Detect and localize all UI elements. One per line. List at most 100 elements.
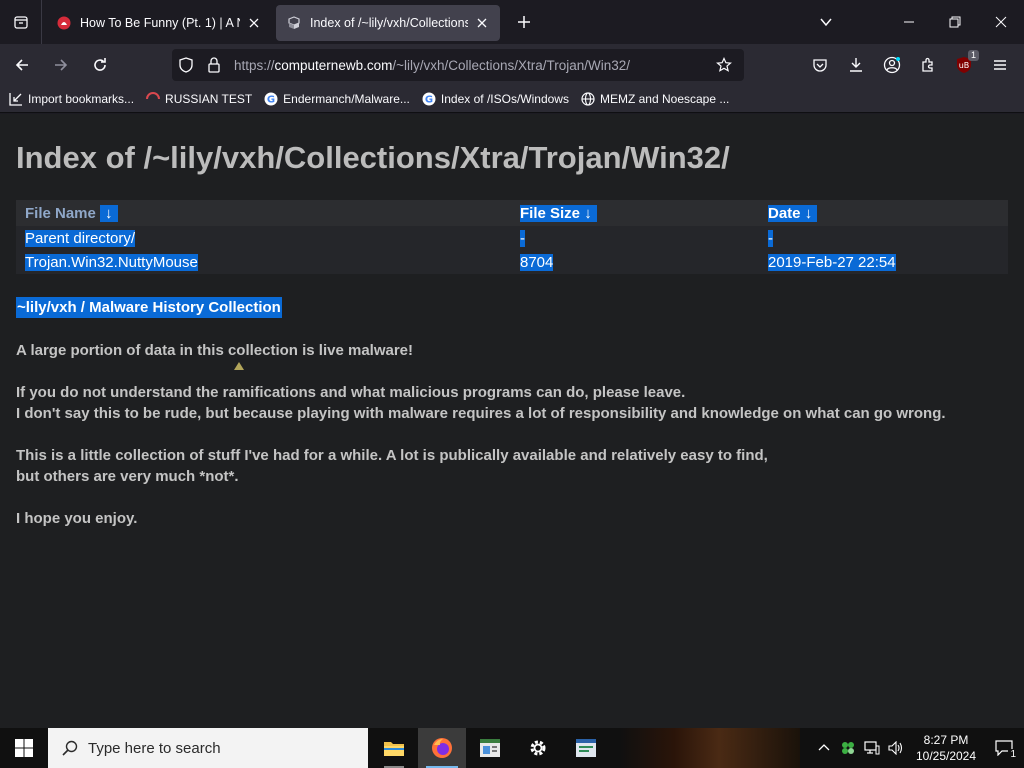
pocket-icon[interactable]: [802, 48, 838, 82]
column-label[interactable]: File Name: [25, 205, 96, 222]
tab-index-of[interactable]: Index of /~lily/vxh/Collections/: [276, 5, 500, 41]
bookmark-endermanch[interactable]: G Endermanch/Malware...: [263, 87, 410, 111]
column-label[interactable]: Date ↓: [768, 204, 818, 222]
column-label[interactable]: File Size ↓: [520, 204, 597, 222]
bookmark-russian-test[interactable]: RUSSIAN TEST: [145, 87, 252, 111]
app-window-icon[interactable]: [466, 728, 514, 768]
app-window-2-icon[interactable]: [562, 728, 610, 768]
window-controls: [886, 0, 1024, 44]
new-tab-plus-icon[interactable]: [506, 4, 542, 40]
chevron-up-icon[interactable]: [812, 728, 836, 768]
bookmark-label: RUSSIAN TEST: [165, 91, 253, 106]
close-tab-icon[interactable]: [474, 15, 490, 31]
table-header-row: File Name ↓ File Size ↓ Date ↓: [16, 200, 1008, 226]
disclaimer-line-2: I don't say this to be rude, but because…: [16, 405, 946, 422]
network-icon[interactable]: [860, 728, 884, 768]
search-icon: [60, 738, 80, 758]
date-cell: -: [759, 226, 1008, 250]
file-size-value: -: [520, 229, 525, 247]
extensions-puzzle-icon[interactable]: [910, 48, 946, 82]
forward-arrow-icon[interactable]: [44, 49, 78, 81]
column-file-size[interactable]: File Size ↓: [511, 200, 759, 226]
close-tab-icon[interactable]: [246, 15, 262, 31]
file-size-value: 8704: [520, 253, 554, 271]
file-link[interactable]: Trojan.Win32.NuttyMouse: [25, 253, 198, 271]
toolbar-right: uB 1: [802, 48, 1018, 82]
file-name-cell[interactable]: Trojan.Win32.NuttyMouse: [16, 250, 511, 274]
globe-icon: [580, 91, 596, 107]
system-tray: 8:27 PM 10/25/2024 1: [812, 728, 1024, 768]
column-date[interactable]: Date ↓: [759, 200, 1008, 226]
extension-badge: 1: [967, 50, 979, 61]
windows-start-icon[interactable]: [0, 728, 48, 768]
tab-title: How To Be Funny (Pt. 1) | A Nor: [80, 16, 240, 30]
bookmark-star-icon[interactable]: [708, 49, 740, 81]
restore-icon[interactable]: [932, 0, 978, 44]
settings-gear-icon[interactable]: [514, 728, 562, 768]
svg-text:G: G: [425, 94, 433, 105]
tab-strip: How To Be Funny (Pt. 1) | A Nor Index of…: [0, 0, 1024, 44]
file-name-cell[interactable]: Parent directory/: [16, 226, 511, 250]
tray-app-icon[interactable]: [836, 728, 860, 768]
hamburger-menu-icon[interactable]: [982, 48, 1018, 82]
mouse-cursor-icon: [234, 362, 244, 370]
firefox-icon[interactable]: [418, 728, 466, 768]
notification-count: 1: [1008, 749, 1018, 760]
windows-taskbar: Type here to search 8:27 PM 10/25/2024 1: [0, 728, 1024, 768]
table-row: Trojan.Win32.NuttyMouse 8704 2019-Feb-27…: [16, 250, 1008, 274]
intro-line-1: This is a little collection of stuff I'v…: [16, 447, 768, 464]
page-title: Index of /~lily/vxh/Collections/Xtra/Tro…: [16, 140, 730, 175]
minimize-icon[interactable]: [886, 0, 932, 44]
clock[interactable]: 8:27 PM 10/25/2024: [908, 732, 984, 764]
list-all-tabs-icon[interactable]: [0, 0, 42, 44]
bookmark-label: Import bookmarks...: [28, 91, 135, 106]
bookmark-label: Index of /ISOs/Windows: [440, 91, 569, 106]
taskbar-search-box[interactable]: Type here to search: [48, 728, 368, 768]
google-icon: G: [421, 91, 437, 107]
disclaimer-line-1: If you do not understand the ramificatio…: [16, 384, 686, 401]
russian-test-icon: [145, 91, 161, 107]
account-icon[interactable]: [874, 48, 910, 82]
taskbar-background-art: [620, 728, 800, 768]
bookmark-index-isos[interactable]: G Index of /ISOs/Windows: [421, 87, 569, 111]
volume-icon[interactable]: [884, 728, 908, 768]
file-link[interactable]: Parent directory/: [25, 229, 136, 247]
page-content: Index of /~lily/vxh/Collections/Xtra/Tro…: [0, 114, 1024, 728]
tab-how-to-be-funny[interactable]: How To Be Funny (Pt. 1) | A Nor: [46, 5, 272, 41]
sort-arrow-icon[interactable]: ↓: [100, 204, 118, 222]
file-explorer-icon[interactable]: [370, 728, 418, 768]
reload-icon[interactable]: [83, 49, 117, 81]
google-icon: G: [263, 91, 279, 107]
back-arrow-icon[interactable]: [5, 49, 39, 81]
bookmark-import[interactable]: Import bookmarks...: [8, 87, 134, 111]
sort-arrow-icon: ↓: [584, 204, 592, 222]
date-value: -: [768, 229, 773, 247]
collection-title: ~lily/vxh / Malware History Collection: [16, 297, 282, 318]
downloads-icon[interactable]: [838, 48, 874, 82]
address-bar[interactable]: https://computernewb.com/~lily/vxh/Colle…: [172, 49, 744, 81]
date-value: 2019-Feb-27 22:54: [768, 253, 896, 271]
site-favicon-icon: [286, 15, 302, 31]
file-listing-table: File Name ↓ File Size ↓ Date ↓ Parent di…: [16, 200, 1008, 274]
url-text: https://computernewb.com/~lily/vxh/Colle…: [234, 57, 631, 73]
lock-icon[interactable]: [200, 49, 228, 81]
clock-date: 10/25/2024: [915, 749, 977, 763]
tracking-protection-shield-icon[interactable]: [172, 49, 200, 81]
table-row: Parent directory/ - -: [16, 226, 1008, 250]
clock-time: 8:27 PM: [923, 733, 969, 747]
ublock-origin-icon[interactable]: uB 1: [946, 48, 982, 82]
file-size-cell: -: [511, 226, 759, 250]
sort-arrow-icon: ↓: [804, 204, 813, 222]
chevron-down-icon[interactable]: [810, 0, 842, 44]
close-window-icon[interactable]: [978, 0, 1024, 44]
column-file-name[interactable]: File Name ↓: [16, 200, 511, 226]
bookmark-memz[interactable]: MEMZ and Noescape ...: [580, 87, 729, 111]
date-cell: 2019-Feb-27 22:54: [759, 250, 1008, 274]
navigation-toolbar: https://computernewb.com/~lily/vxh/Colle…: [0, 44, 1024, 85]
import-icon: [8, 91, 24, 107]
file-size-cell: 8704: [511, 250, 759, 274]
notification-center-icon[interactable]: 1: [984, 728, 1024, 768]
tab-title: Index of /~lily/vxh/Collections/: [310, 16, 468, 30]
search-placeholder: Type here to search: [88, 739, 221, 757]
closing-line: I hope you enjoy.: [16, 510, 138, 527]
